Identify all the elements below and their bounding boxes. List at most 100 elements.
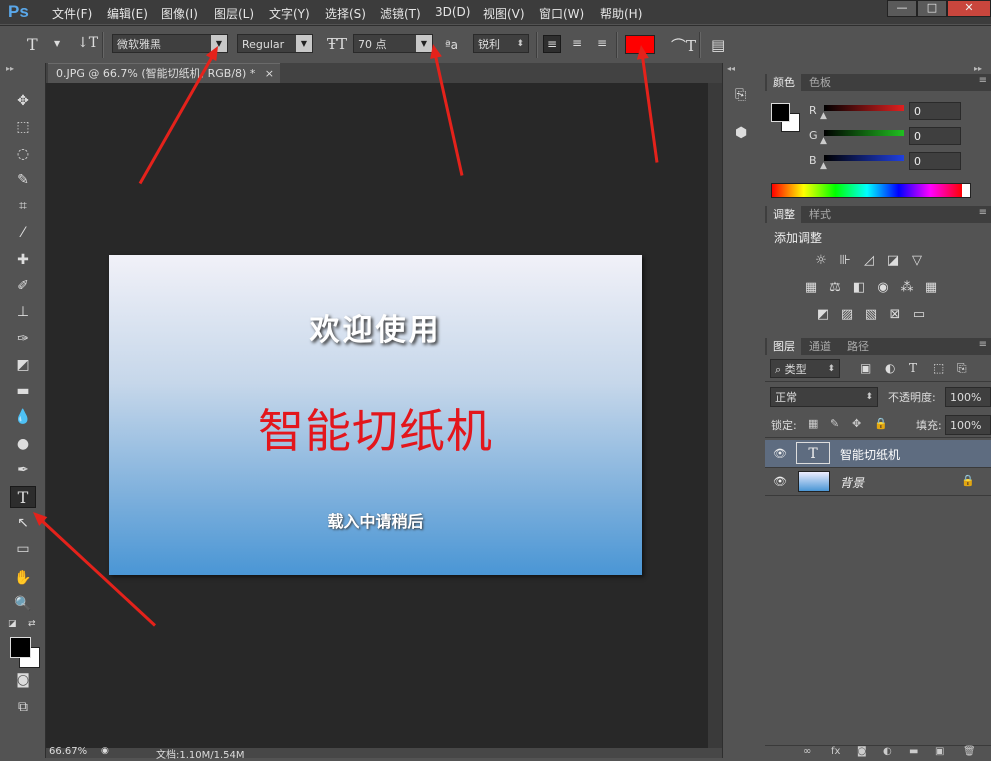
new-group-icon[interactable]: ▬ [909,746,918,757]
close-tab-icon[interactable]: × [265,64,274,83]
menu-type[interactable]: 文字(Y) [269,5,310,22]
toggle-orientation-icon[interactable]: ↓T [77,35,98,51]
opacity-field[interactable]: 100% [945,387,991,407]
color-balance-icon[interactable]: ⚖ [827,281,843,295]
tab-styles[interactable]: 样式 [803,206,837,223]
layer-filter-select[interactable]: ⌕ 类型 ⬍ [770,359,840,378]
gradient-tool-icon[interactable]: ▬ [10,380,36,402]
lasso-tool-icon[interactable]: ◌ [10,143,36,165]
antialias-select[interactable]: 锐利 ⬍ [473,34,529,53]
type-tool-icon[interactable]: T [10,486,36,508]
collapse-panels-icon[interactable]: ▸▸ [974,64,982,73]
layer-row-text[interactable]: 👁 T 智能切纸机 [765,440,991,468]
menu-3d[interactable]: 3D(D) [435,5,470,19]
healing-brush-tool-icon[interactable]: ✚ [10,249,36,271]
default-colors-icon[interactable]: ◪ [8,619,17,629]
slider-handle-icon[interactable]: ▲ [820,136,827,146]
tab-swatches[interactable]: 色板 [803,74,837,91]
collapse-tools-icon[interactable]: ▸▸ [6,64,14,73]
panel-menu-icon[interactable]: ≡ [979,339,987,350]
channel-mixer-icon[interactable]: ⁂ [899,281,915,295]
levels-icon[interactable]: ⊪ [837,254,853,268]
history-panel-icon[interactable]: ⎘ [735,87,746,103]
brush-tool-icon[interactable]: ✐ [10,275,36,297]
threshold-icon[interactable]: ▧ [863,308,879,322]
maximize-button[interactable]: □ [917,0,947,17]
canvas-title-text[interactable]: 智能切纸机 [109,395,642,461]
menu-image[interactable]: 图像(I) [161,5,198,22]
filter-pixel-icon[interactable]: ▣ [860,361,871,375]
panel-menu-icon[interactable]: ≡ [979,75,987,86]
eyedropper-tool-icon[interactable]: ⁄ [10,222,36,244]
hand-tool-icon[interactable]: ✋ [10,567,36,589]
slider-handle-icon[interactable]: ▲ [820,161,827,171]
color-lookup-icon[interactable]: ▦ [923,281,939,295]
move-tool-icon[interactable]: ✥ [10,90,36,112]
status-menu-icon[interactable]: ◉ [101,746,109,756]
pen-tool-icon[interactable]: ✒ [10,459,36,481]
zoom-tool-icon[interactable]: 🔍 [10,593,36,615]
history-brush-tool-icon[interactable]: ✑ [10,328,36,350]
green-slider[interactable] [824,130,904,136]
fx-icon[interactable]: fx [831,746,840,757]
menu-edit[interactable]: 编辑(E) [107,5,148,22]
zoom-level[interactable]: 66.67% [49,746,87,757]
tab-layers[interactable]: 图层 [767,338,801,355]
font-style-select[interactable]: Regular ▼ [237,34,313,53]
quick-selection-tool-icon[interactable]: ✎ [10,169,36,191]
dodge-tool-icon[interactable]: ● [10,433,36,455]
eye-icon[interactable]: 👁 [773,475,787,488]
new-layer-icon[interactable]: ▣ [935,746,944,757]
filter-smart-object-icon[interactable]: ⎘ [957,361,967,376]
vertical-scrollbar[interactable] [708,83,722,748]
align-right-icon[interactable]: ≡ [593,35,611,53]
close-window-button[interactable]: ✕ [947,0,991,17]
clone-stamp-tool-icon[interactable]: ⊥ [10,301,36,323]
menu-file[interactable]: 文件(F) [52,5,92,22]
layer-row-background[interactable]: 👁 背景 🔒 [765,468,991,496]
exposure-icon[interactable]: ◪ [885,254,901,268]
align-center-icon[interactable]: ≡ [568,35,586,53]
black-white-icon[interactable]: ◧ [851,281,867,295]
preset-dropdown-icon[interactable]: ▼ [54,39,60,48]
eye-icon[interactable]: 👁 [773,447,787,460]
lock-all-icon[interactable]: 🔒 [874,417,888,430]
tab-color[interactable]: 颜色 [767,74,801,91]
selective-color-icon[interactable]: ⊠ [887,308,903,322]
menu-select[interactable]: 选择(S) [325,5,366,22]
eraser-tool-icon[interactable]: ◩ [10,354,36,376]
green-value-field[interactable]: 0 [909,127,961,145]
collapse-left-icon[interactable]: ◂◂ [727,64,735,73]
character-panel-icon[interactable]: ▤ [711,36,725,54]
layer-name[interactable]: 智能切纸机 [840,446,900,463]
swap-colors-icon[interactable]: ⇄ [28,619,36,629]
gradient-map-icon[interactable]: ▭ [911,308,927,322]
rectangle-tool-icon[interactable]: ▭ [10,538,36,560]
panel-menu-icon[interactable]: ≡ [979,207,987,218]
document-canvas[interactable]: 欢迎使用 智能切纸机 载入中请稍后 [109,255,642,575]
3d-panel-icon[interactable]: ⬢ [735,125,747,141]
tab-adjustments[interactable]: 调整 [767,206,801,223]
color-spectrum-ramp[interactable] [771,183,971,198]
foreground-color-swatch[interactable] [10,637,31,658]
new-adjustment-icon[interactable]: ◐ [883,746,892,757]
menu-help[interactable]: 帮助(H) [600,5,642,22]
blur-tool-icon[interactable]: 💧 [10,406,36,428]
brightness-contrast-icon[interactable]: ☼ [813,254,829,268]
text-tool-preset-icon[interactable]: T [27,35,38,54]
filter-type-icon[interactable]: T [909,361,917,375]
red-slider[interactable] [824,105,904,111]
red-value-field[interactable]: 0 [909,102,961,120]
blend-mode-select[interactable]: 正常 ⬍ [770,387,878,407]
font-size-select[interactable]: 70 点 ▼ [353,34,433,53]
menu-layer[interactable]: 图层(L) [214,5,254,22]
align-left-icon[interactable]: ≡ [543,35,561,53]
filter-shape-icon[interactable]: ⬚ [933,361,944,375]
blue-value-field[interactable]: 0 [909,152,961,170]
photo-filter-icon[interactable]: ◉ [875,281,891,295]
add-mask-icon[interactable]: ◙ [857,746,867,757]
warp-text-icon[interactable]: ⌒T [671,35,696,56]
tab-paths[interactable]: 路径 [841,338,875,355]
quick-mask-icon[interactable]: ◙ [10,669,36,691]
minimize-button[interactable]: — [887,0,917,17]
